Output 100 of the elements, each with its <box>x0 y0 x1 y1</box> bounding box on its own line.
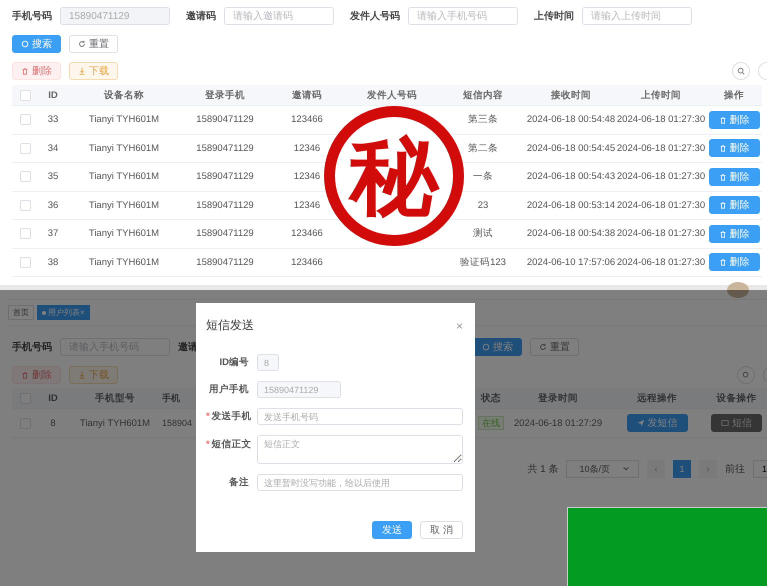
close-button[interactable]: × <box>456 318 463 332</box>
table-cell: 33 <box>48 114 58 126</box>
table-cell: 验证码123 <box>460 256 506 269</box>
cancel-button[interactable]: 取 消 <box>420 521 463 539</box>
table-cell: Tianyi TYH601M <box>88 142 160 154</box>
filter-field[interactable]: 请输入邀请码 <box>224 7 334 25</box>
delete-button[interactable]: 删除 <box>708 139 760 158</box>
checkbox[interactable] <box>20 200 30 211</box>
checkbox[interactable] <box>20 228 30 240</box>
page-button[interactable]: 1 <box>673 460 691 478</box>
delete-button[interactable]: 删除 <box>708 110 760 129</box>
reset-button[interactable]: 重置 <box>69 35 118 53</box>
search-icon <box>737 67 745 75</box>
table-cell: 2024-06-18 01:27:30 <box>616 200 706 211</box>
tab[interactable]: 用户列表× <box>37 305 90 320</box>
input-field[interactable]: 15890471129 <box>257 381 341 398</box>
checkbox[interactable] <box>20 142 30 154</box>
trash-icon <box>21 371 29 379</box>
field-label: ID编号 <box>218 356 249 369</box>
column-header: 短信内容 <box>463 88 503 102</box>
reset-button[interactable]: 重置 <box>530 338 579 356</box>
checkbox[interactable] <box>20 171 30 182</box>
search-icon <box>742 371 750 379</box>
table-cell: 8 <box>50 418 56 428</box>
column-header: 远程操作 <box>637 392 677 404</box>
message-icon <box>721 419 729 427</box>
column-header: ID <box>48 90 58 100</box>
avatar[interactable] <box>727 282 749 298</box>
table-cell: Tianyi TYH601M <box>88 171 160 182</box>
filter-label: 邀请码 <box>186 10 216 23</box>
text-area[interactable]: 短信正文 <box>257 435 463 464</box>
column-header: 手机型号 <box>95 392 135 404</box>
search-button[interactable] <box>737 366 755 384</box>
table-cell: 2024-06-18 00:54:38 <box>526 228 616 240</box>
column-header: 设备操作 <box>716 392 756 404</box>
table-cell: 2024-06-18 01:27:30 <box>616 256 706 268</box>
column-header: 设备名称 <box>104 88 144 102</box>
input-field[interactable]: 8 <box>257 354 279 371</box>
table-cell: Tianyi TYH601M <box>88 228 160 240</box>
page-size-select[interactable]: 10条/页 <box>566 460 639 478</box>
table-cell: 15890471129 <box>196 256 254 268</box>
field-label: 用户手机 <box>208 383 249 396</box>
table-cell: 第二条 <box>468 142 498 155</box>
filter-label: 手机号码 <box>12 10 52 23</box>
trash-icon <box>718 230 726 238</box>
table-cell: 一条 <box>473 170 493 184</box>
download-button[interactable]: 下载 <box>69 366 118 384</box>
table-cell: 2024-06-18 00:53:14 <box>526 200 616 211</box>
dialog-title: 短信发送 <box>206 317 254 334</box>
table-cell: 36 <box>48 200 58 211</box>
trash-icon <box>21 67 29 75</box>
download-button[interactable]: 下载 <box>69 62 118 80</box>
search-icon <box>21 40 29 48</box>
table-cell: Tianyi TYH601M <box>88 256 160 268</box>
download-icon <box>78 371 86 379</box>
search-button[interactable]: 搜索 <box>12 35 61 53</box>
table-cell: 12346 <box>294 200 320 211</box>
table-cell: 15890471129 <box>196 142 254 154</box>
checkbox[interactable] <box>20 90 30 100</box>
search-button[interactable] <box>732 62 750 80</box>
delete-button[interactable]: 删除 <box>12 366 61 384</box>
column-header: 操作 <box>724 88 744 102</box>
table-cell: 15890471129 <box>196 200 254 211</box>
goto-label: 前往 <box>725 462 745 476</box>
input-field[interactable]: 发送手机号码 <box>257 408 463 425</box>
download-icon <box>78 67 86 75</box>
table-cell: 测试 <box>473 227 493 240</box>
table-cell: 158904 <box>162 418 192 428</box>
table-cell: 2024-06-18 01:27:29 <box>514 418 602 428</box>
search-button[interactable]: 搜索 <box>473 338 522 356</box>
table-cell: 15890471129 <box>196 228 254 240</box>
table-cell: 2024-06-18 00:54:43 <box>526 171 616 182</box>
goto-field[interactable]: 1 <box>753 460 767 478</box>
table-cell: 37 <box>48 228 58 240</box>
send-button[interactable]: 发送 <box>372 521 412 539</box>
input-field[interactable]: 这里暂时没写功能，给以后使用 <box>257 474 463 491</box>
delete-button[interactable]: 删除 <box>708 196 760 214</box>
field-label: 备注 <box>228 476 249 489</box>
refresh-icon <box>539 343 547 351</box>
table-cell: 15890471129 <box>196 171 254 182</box>
table-cell: 34 <box>48 142 58 154</box>
next-page-button[interactable]: › <box>699 460 717 478</box>
trash-icon <box>718 116 726 124</box>
delete-button[interactable]: 删除 <box>708 168 760 186</box>
checkbox[interactable] <box>20 114 30 126</box>
previous-page-button[interactable]: ‹ <box>647 460 665 478</box>
delete-button[interactable]: 删除 <box>708 224 760 243</box>
delete-button[interactable]: 删除 <box>708 253 760 272</box>
table-cell: 2024-06-18 01:27:30 <box>616 142 706 154</box>
table-cell: 12346 <box>294 171 320 182</box>
table-cell: Tianyi TYH601M <box>80 418 150 428</box>
filter-field[interactable]: 请输入手机号码 <box>408 7 518 25</box>
field-label: * 发送手机 <box>206 410 249 423</box>
send-sms-button[interactable]: 发短信 <box>626 414 688 432</box>
checkbox[interactable] <box>20 256 30 268</box>
table-cell: 35 <box>48 171 58 182</box>
field-label: * 短信正文 <box>206 438 249 451</box>
column-header: ID <box>48 392 58 404</box>
filter-field[interactable]: 请输入上传时间 <box>582 7 692 25</box>
tab[interactable]: 首页 <box>8 305 34 320</box>
